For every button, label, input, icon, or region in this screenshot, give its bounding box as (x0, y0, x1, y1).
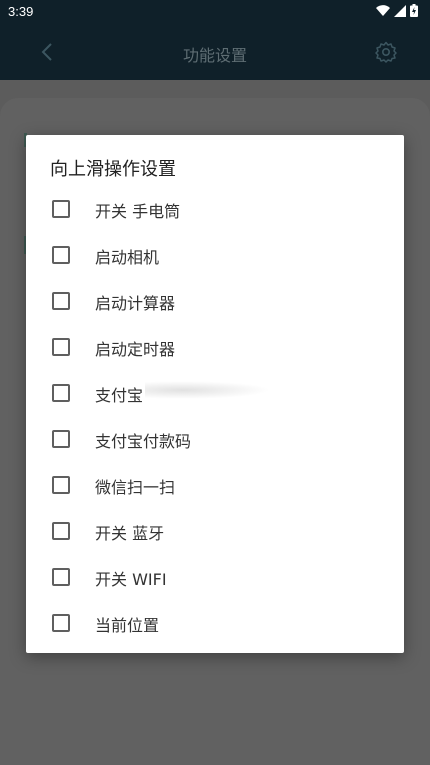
option-alipay-payment-code[interactable]: 支付宝付款码 (26, 416, 404, 462)
page-title: 功能设置 (182, 46, 247, 65)
screen: 3:39 功能设置 向上滑操作设置 开关 手电筒 启动相机 启动计算器 启动定时… (0, 0, 430, 765)
status-icons (376, 4, 418, 17)
option-label: 开关 WIFI (95, 570, 167, 589)
status-time: 3:39 (8, 4, 34, 19)
wifi-icon (376, 4, 390, 16)
option-calculator[interactable]: 启动计算器 (26, 278, 404, 324)
option-current-location[interactable]: 当前位置 (26, 600, 404, 646)
option-list: 开关 手电筒 启动相机 启动计算器 启动定时器 支付宝 支付宝付款码 微信扫一扫… (26, 186, 404, 646)
option-flashlight[interactable]: 开关 手电筒 (26, 186, 404, 232)
option-label: 开关 手电筒 (95, 202, 181, 221)
swipe-up-settings-dialog: 向上滑操作设置 开关 手电筒 启动相机 启动计算器 启动定时器 支付宝 支付宝付… (26, 135, 404, 653)
signal-icon (394, 4, 406, 17)
checkbox[interactable] (52, 292, 70, 310)
option-timer[interactable]: 启动定时器 (26, 324, 404, 370)
option-label: 启动相机 (95, 248, 160, 267)
checkbox[interactable] (52, 476, 70, 494)
option-wechat-scan[interactable]: 微信扫一扫 (26, 462, 404, 508)
checkbox[interactable] (52, 338, 70, 356)
checkbox[interactable] (52, 246, 70, 264)
option-label: 微信扫一扫 (95, 478, 176, 497)
checkbox[interactable] (52, 430, 70, 448)
option-label: 当前位置 (95, 616, 160, 635)
app-bar: 功能设置 (0, 24, 430, 80)
option-label: 支付宝 (95, 386, 144, 405)
gear-icon[interactable] (374, 40, 398, 64)
dialog-title: 向上滑操作设置 (50, 159, 176, 180)
option-label: 启动定时器 (95, 340, 176, 359)
checkbox[interactable] (52, 200, 70, 218)
checkbox[interactable] (52, 384, 70, 402)
option-label: 支付宝付款码 (95, 432, 192, 451)
option-bluetooth[interactable]: 开关 蓝牙 (26, 508, 404, 554)
option-wifi[interactable]: 开关 WIFI (26, 554, 404, 600)
option-label: 开关 蓝牙 (95, 524, 165, 543)
battery-icon (410, 4, 418, 17)
option-camera[interactable]: 启动相机 (26, 232, 404, 278)
option-label: 启动计算器 (95, 294, 176, 313)
checkbox[interactable] (52, 614, 70, 632)
status-bar: 3:39 (0, 0, 430, 24)
option-alipay[interactable]: 支付宝 (26, 370, 404, 416)
checkbox[interactable] (52, 568, 70, 586)
checkbox[interactable] (52, 522, 70, 540)
